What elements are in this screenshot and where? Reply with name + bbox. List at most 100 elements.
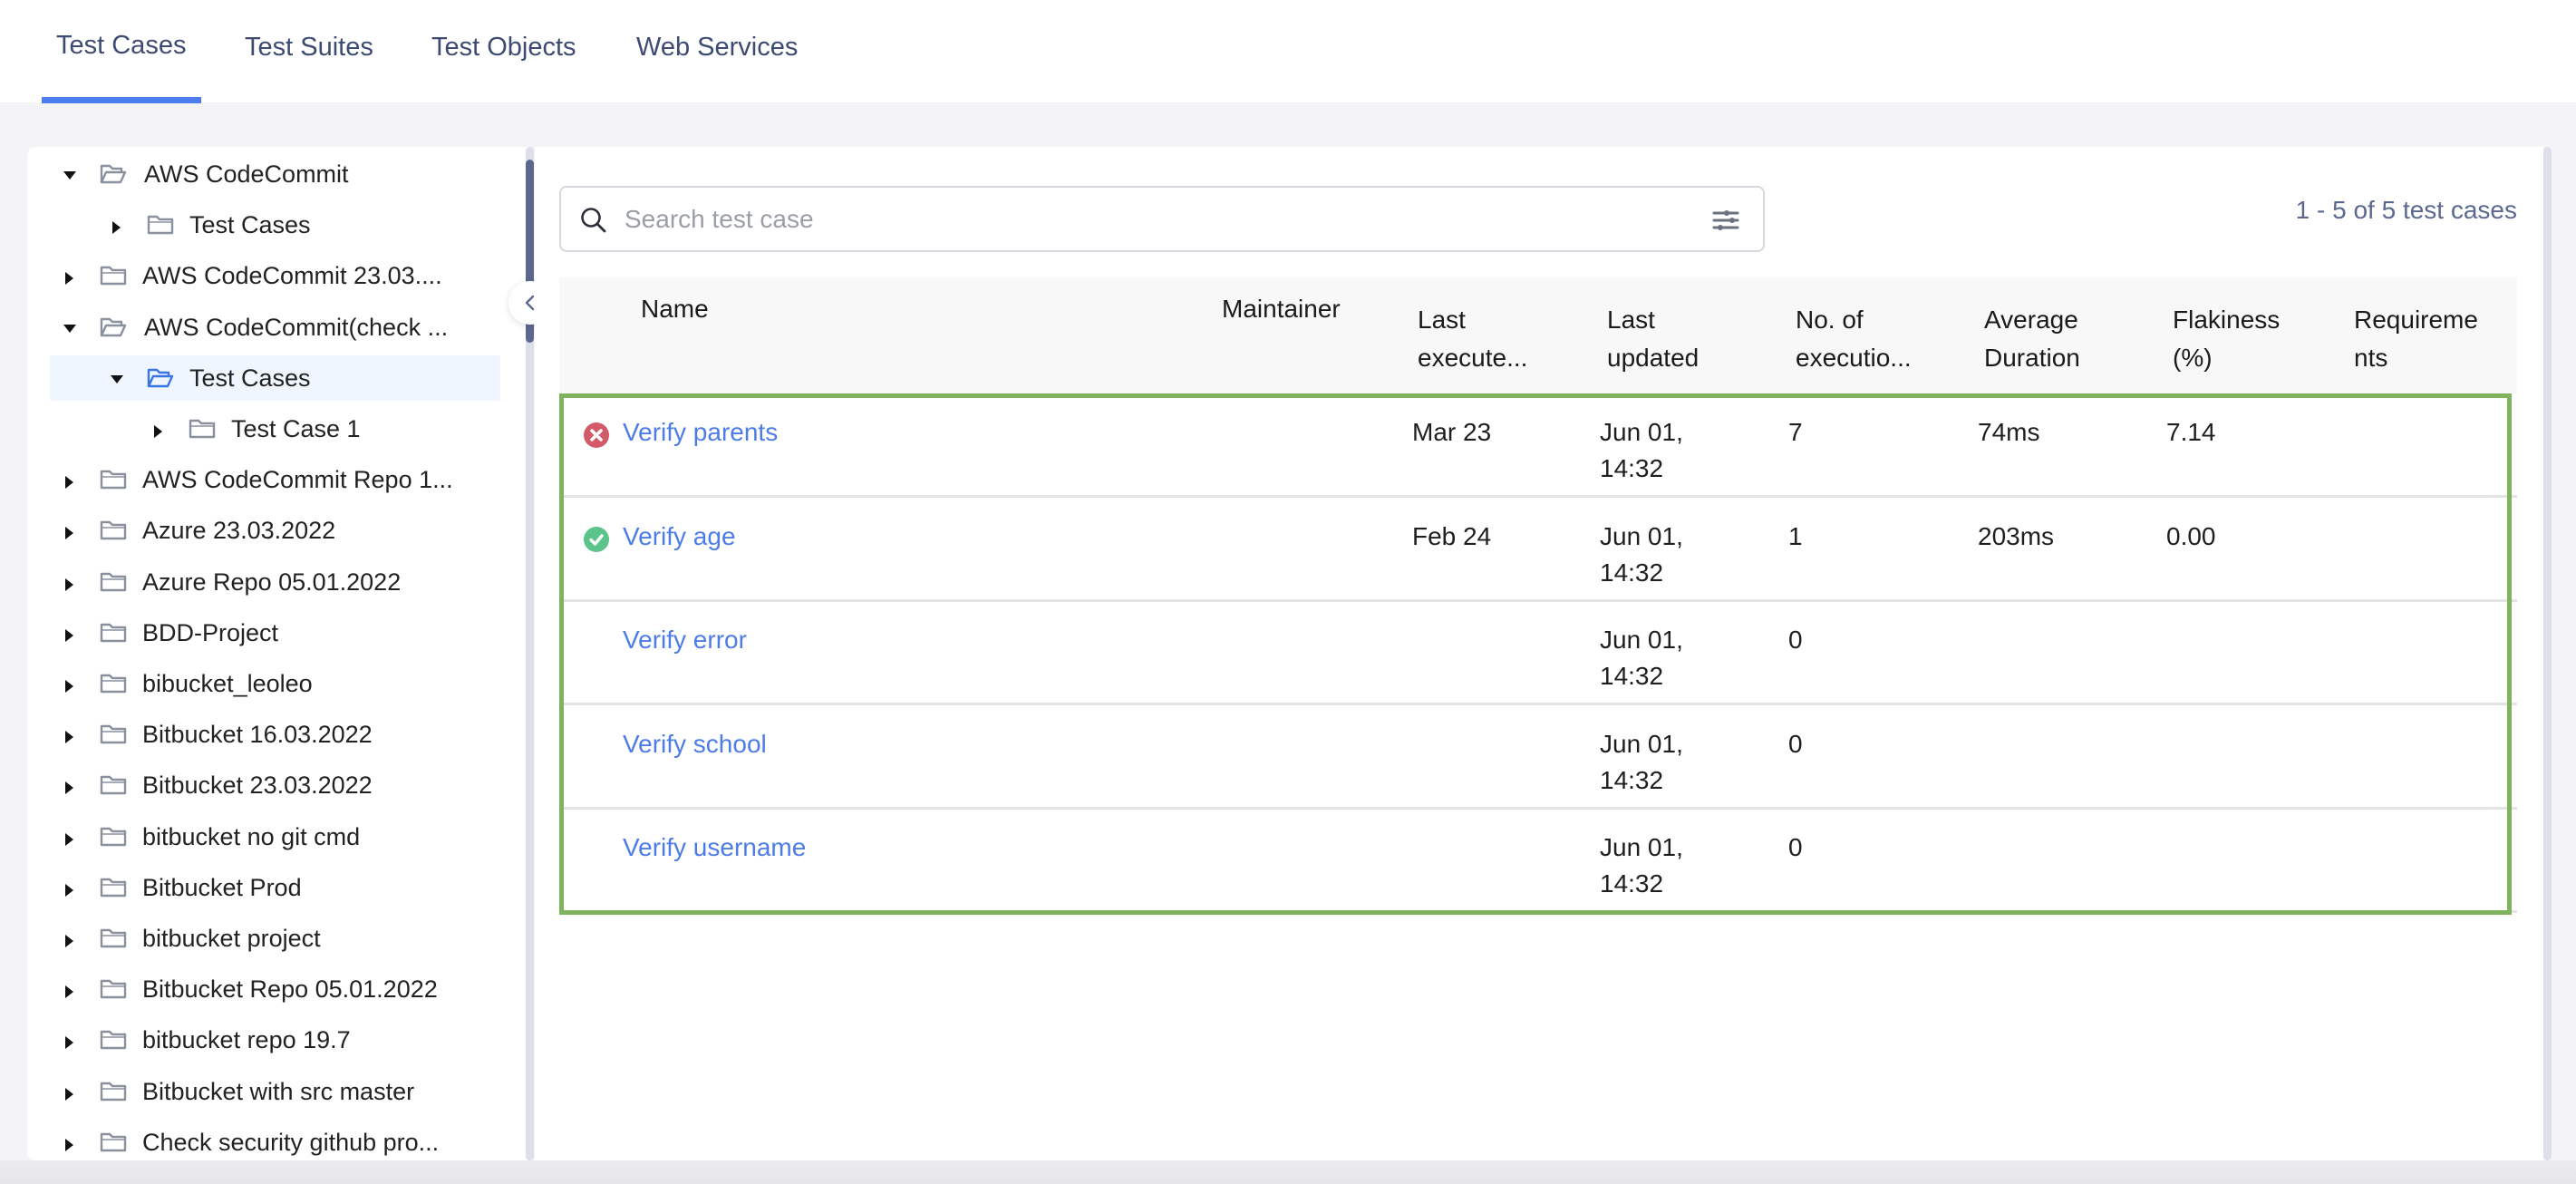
folder-icon [100,1031,127,1050]
tree-item-label: AWS CodeCommit [144,160,349,188]
check-circle-icon [584,526,609,552]
table-row[interactable]: Verify username Jun 01, 14:32 0 [559,810,2517,914]
tree-item[interactable]: AWS CodeCommit(check ... [27,305,528,350]
table-row[interactable]: Verify school Jun 01, 14:32 0 [559,706,2517,810]
tree-item-label: Azure 23.03.2022 [142,517,336,545]
test-name-link[interactable]: Verify error [623,622,747,658]
test-name-link[interactable]: Verify username [623,830,806,866]
test-name-link[interactable]: Verify parents [623,414,778,451]
tree-item-label: bitbucket project [142,925,321,952]
caret-right-icon[interactable] [65,628,73,642]
caret-right-icon[interactable] [65,527,73,540]
tab-test-suites[interactable]: Test Suites [245,27,373,67]
folder-tree-panel: AWS CodeCommit Test Cases AWS CodeCommit 2… [27,147,528,1160]
last-updated-cell: Jun 01, 14:32 [1600,521,1683,587]
tree-item-label: Bitbucket Repo 05.01.2022 [142,975,438,1004]
result-count: 1 - 5 of 5 test cases [2295,196,2517,224]
tree-item[interactable]: bibucket_leoleo [27,661,528,706]
tab-test-cases[interactable]: Test Cases [56,25,186,65]
table-row[interactable]: Verify error Jun 01, 14:32 0 [559,602,2517,706]
tree-item[interactable]: bitbucket no git cmd [27,814,528,859]
tab-test-objects[interactable]: Test Objects [431,27,576,67]
executions-cell: 0 [1788,729,1803,758]
tree-item-label: Bitbucket 23.03.2022 [142,772,373,800]
caret-right-icon[interactable] [65,832,73,846]
average-duration-cell: 74ms [1978,418,2040,446]
tree-item[interactable]: Test Cases [50,354,500,401]
tree-item[interactable]: Azure 23.03.2022 [27,508,528,553]
folder-icon [100,572,127,591]
folder-icon [100,1082,127,1101]
caret-right-icon[interactable] [112,221,121,235]
tree-item[interactable]: Bitbucket Repo 05.01.2022 [27,966,528,1012]
caret-down-icon[interactable] [63,171,76,180]
main-scrollbar-track[interactable] [2543,147,2552,1160]
tree-item[interactable]: AWS CodeCommit Repo 1... [27,457,528,502]
caret-down-icon[interactable] [111,374,123,383]
folder-open-icon [100,164,127,184]
folder-icon [100,470,127,490]
caret-right-icon[interactable] [65,883,73,897]
caret-right-icon[interactable] [65,1087,73,1101]
tree-item[interactable]: Bitbucket with src master [27,1069,528,1114]
tree-item[interactable]: Bitbucket 16.03.2022 [27,712,528,757]
test-name-link[interactable]: Verify age [623,519,736,555]
tree-item[interactable]: Check security github pro... [27,1120,528,1160]
tree-item[interactable]: AWS CodeCommit 23.03.... [27,253,528,298]
tree-item[interactable]: Bitbucket 23.03.2022 [27,762,528,808]
folder-icon [100,776,127,795]
tab-web-services[interactable]: Web Services [636,27,798,67]
executions-cell: 7 [1788,418,1803,446]
test-name-link[interactable]: Verify school [623,726,767,762]
folder-icon [100,827,127,846]
tree-item[interactable]: Azure Repo 05.01.2022 [27,559,528,605]
caret-right-icon[interactable] [65,1138,73,1151]
column-header-flakiness[interactable]: Flakiness (%) [2173,301,2280,377]
caret-right-icon[interactable] [65,781,73,795]
tree-item[interactable]: bitbucket repo 19.7 [27,1017,528,1063]
last-updated-cell: Jun 01, 14:32 [1600,626,1683,691]
caret-right-icon[interactable] [65,577,73,591]
folder-icon [189,419,216,439]
tree-item[interactable]: bitbucket project [27,916,528,961]
column-header-last-updated[interactable]: Last updated [1607,301,1699,377]
folder-icon [147,215,174,235]
column-header-last-executed[interactable]: Last execute... [1418,301,1527,377]
folder-icon [100,267,127,286]
caret-right-icon[interactable] [154,425,162,438]
caret-right-icon[interactable] [65,1036,73,1050]
tree-item[interactable]: BDD-Project [27,610,528,655]
tree-item[interactable]: AWS CodeCommit [27,151,528,197]
active-tab-indicator [42,97,201,103]
column-header-average-duration[interactable]: Average Duration [1984,301,2080,377]
caret-right-icon[interactable] [65,935,73,947]
folder-icon [100,521,127,540]
search-input[interactable] [625,197,1667,242]
folder-open-icon [147,368,174,387]
table-row[interactable]: Verify parents Mar 23 Jun 01, 14:32 7 74ms 7.… [559,394,2517,498]
executions-cell: 1 [1788,521,1803,550]
tree-item-label: Bitbucket Prod [142,873,302,901]
tree-item[interactable]: Bitbucket Prod [27,865,528,910]
tree-item[interactable]: Test Case 1 [27,406,528,451]
caret-right-icon[interactable] [65,985,73,999]
caret-right-icon[interactable] [65,731,73,744]
column-header-name[interactable]: Name [641,290,709,328]
top-tab-bar: Test Cases Test Suites Test Objects Web … [0,0,2576,103]
column-header-maintainer[interactable]: Maintainer [1222,290,1341,328]
tree-item-label: Check security github pro... [142,1128,440,1156]
sliders-icon[interactable] [1712,208,1739,233]
last-executed-cell: Mar 23 [1412,418,1492,446]
search-icon [581,208,606,233]
caret-down-icon[interactable] [63,324,76,333]
column-header-executions[interactable]: No. of executio... [1796,301,1912,377]
executions-cell: 0 [1788,626,1803,655]
caret-right-icon[interactable] [65,476,73,490]
column-header-requirements[interactable]: Requireme nts [2354,301,2478,377]
table-row[interactable]: Verify age Feb 24 Jun 01, 14:32 1 203ms 0.00 [559,499,2517,602]
caret-right-icon[interactable] [65,272,73,286]
tree-item[interactable]: Test Cases [27,202,528,247]
average-duration-cell: 203ms [1978,521,2055,550]
caret-right-icon[interactable] [65,680,73,693]
tree-item-label: Bitbucket with src master [142,1077,415,1105]
